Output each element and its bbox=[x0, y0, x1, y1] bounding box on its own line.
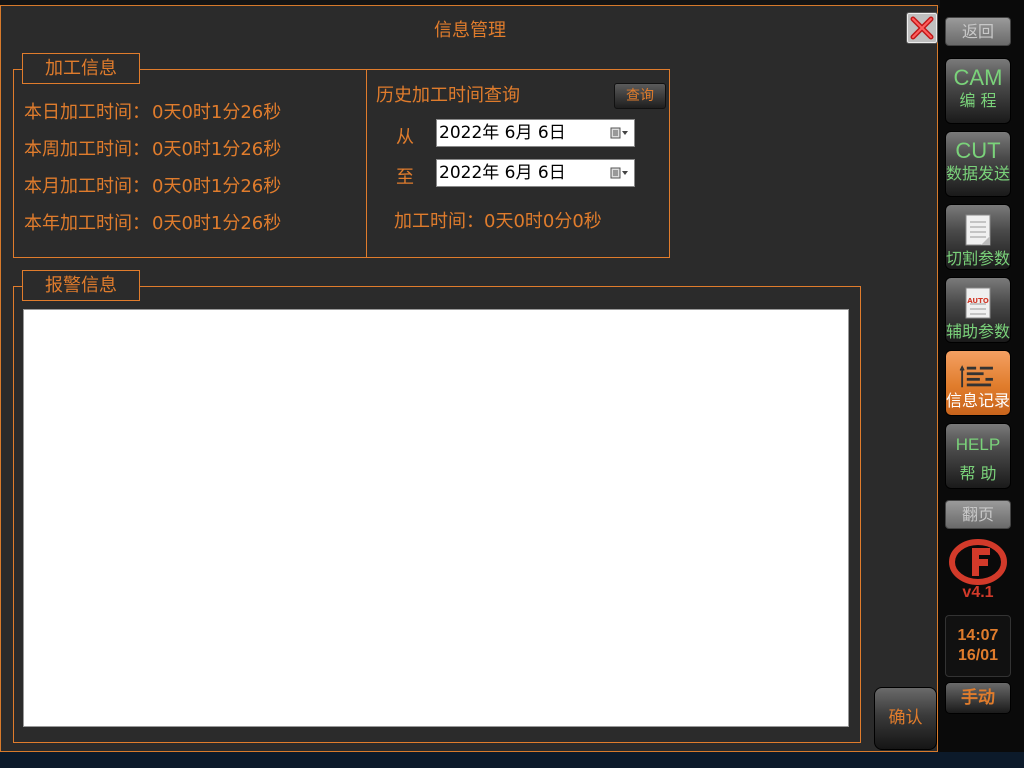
processing-row-week: 本周加工时间： 0天0时1分26秒 bbox=[24, 135, 281, 161]
query-button[interactable]: 查询 bbox=[614, 83, 666, 109]
to-label: 至 bbox=[396, 167, 414, 188]
processing-info-label: 加工信息 bbox=[22, 53, 140, 84]
info-log-label: 信息记录 bbox=[946, 391, 1011, 410]
clock-date: 16/01 bbox=[957, 647, 999, 664]
group-divider bbox=[366, 70, 367, 257]
info-log-button[interactable]: 信息记录 bbox=[945, 350, 1011, 416]
history-result: 加工时间：0天0时0分0秒 bbox=[394, 211, 602, 232]
processing-row-month: 本月加工时间： 0天0时1分26秒 bbox=[24, 172, 281, 198]
processing-row-value: 0天0时1分26秒 bbox=[152, 139, 282, 160]
cut-button[interactable]: CUT 数据发送 bbox=[945, 131, 1011, 197]
calendar-dropdown-icon[interactable] bbox=[610, 167, 630, 179]
clock-display: 14:07 16/01 bbox=[945, 615, 1011, 677]
processing-row-year: 本年加工时间： 0天0时1分26秒 bbox=[24, 209, 281, 235]
alarm-info-label: 报警信息 bbox=[22, 270, 140, 301]
info-management-dialog: 信息管理 加工信息 本日加工时间： 0天0时1分26秒 本周加工时间： 0天0时1分… bbox=[0, 5, 938, 752]
page-turn-button[interactable]: 翻页 bbox=[945, 500, 1011, 529]
from-date-picker[interactable]: 2022年 6月 6日 bbox=[436, 119, 635, 147]
processing-row-label: 本周加工时间： bbox=[24, 139, 150, 160]
help-label: HELP bbox=[955, 435, 1001, 454]
cam-label: CAM bbox=[953, 65, 1003, 90]
cam-button[interactable]: CAM 编 程 bbox=[945, 58, 1011, 124]
aux-params-label: 辅助参数 bbox=[946, 322, 1011, 341]
cut-sub-label: 数据发送 bbox=[946, 164, 1011, 183]
processing-row-value: 0天0时1分26秒 bbox=[152, 176, 282, 197]
mode-button[interactable]: 手动 bbox=[945, 682, 1011, 714]
from-date-value: 2022年 6月 6日 bbox=[439, 123, 566, 143]
auto-icon-text: AUTO bbox=[967, 297, 989, 305]
close-icon bbox=[910, 16, 934, 40]
confirm-button[interactable]: 确认 bbox=[874, 687, 937, 750]
processing-row-label: 本年加工时间： bbox=[24, 213, 150, 234]
log-list-icon bbox=[959, 365, 993, 388]
processing-row-day: 本日加工时间： 0天0时1分26秒 bbox=[24, 98, 281, 124]
to-date-value: 2022年 6月 6日 bbox=[439, 163, 566, 183]
clock-time: 14:07 bbox=[957, 627, 999, 644]
help-sub-label: 帮 助 bbox=[959, 464, 997, 483]
dialog-title: 信息管理 bbox=[434, 20, 506, 41]
history-title: 历史加工时间查询 bbox=[376, 85, 520, 106]
cut-label: CUT bbox=[955, 138, 1001, 163]
cut-params-label: 切割参数 bbox=[946, 249, 1011, 268]
calendar-dropdown-icon[interactable] bbox=[610, 127, 630, 139]
help-button[interactable]: HELP 帮 助 bbox=[945, 423, 1011, 489]
version-label: v4.1 bbox=[962, 584, 994, 601]
alarm-list[interactable] bbox=[23, 309, 849, 727]
from-label: 从 bbox=[396, 127, 414, 148]
brand-logo-icon bbox=[949, 539, 1007, 585]
processing-row-label: 本月加工时间： bbox=[24, 176, 150, 197]
aux-params-button[interactable]: AUTO 辅助参数 bbox=[945, 277, 1011, 343]
to-date-picker[interactable]: 2022年 6月 6日 bbox=[436, 159, 635, 187]
processing-row-value: 0天0时1分26秒 bbox=[152, 213, 282, 234]
cut-params-button[interactable]: 切割参数 bbox=[945, 204, 1011, 270]
processing-row-value: 0天0时1分26秒 bbox=[152, 102, 282, 123]
cam-sub-label: 编 程 bbox=[959, 91, 997, 110]
processing-row-label: 本日加工时间： bbox=[24, 102, 150, 123]
bottom-strip bbox=[0, 752, 1024, 768]
close-button[interactable] bbox=[906, 12, 938, 44]
back-button[interactable]: 返回 bbox=[945, 17, 1011, 46]
document-icon bbox=[965, 214, 991, 246]
